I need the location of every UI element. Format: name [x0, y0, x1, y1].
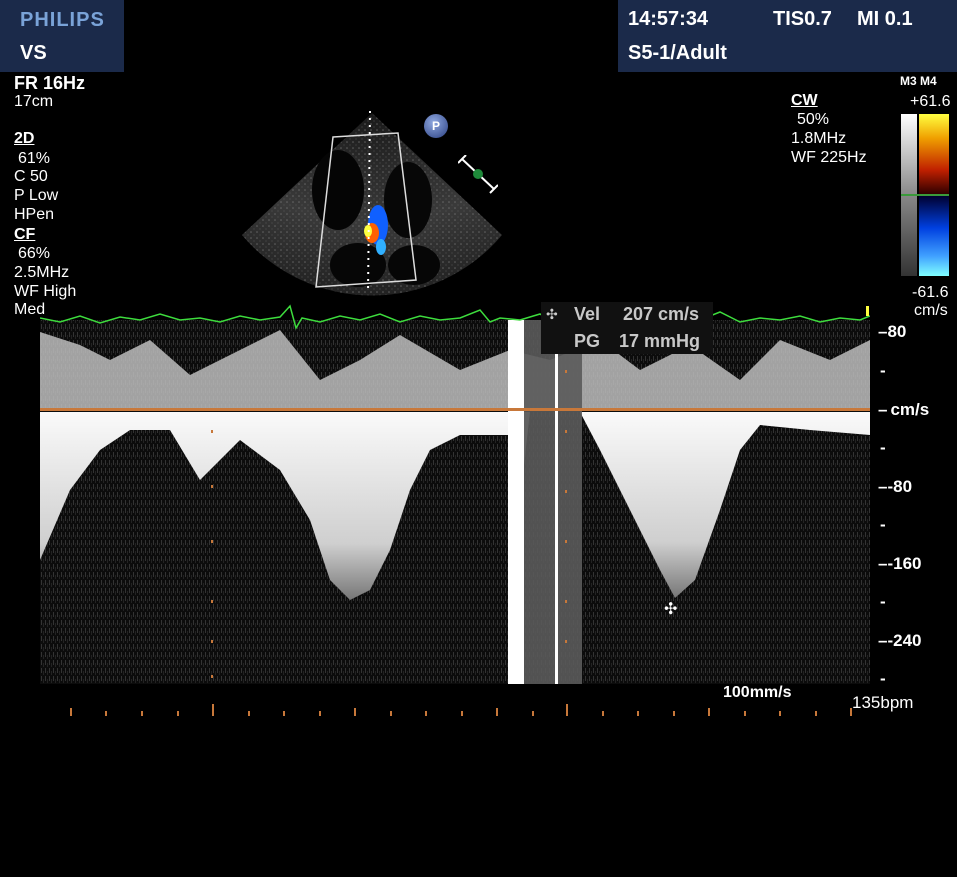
- colorbar-top-value: +61.6: [910, 93, 951, 110]
- axis-tick-neg240: –-240: [878, 631, 922, 650]
- crosshair-cursor-icon[interactable]: ✣: [664, 599, 677, 619]
- pg-value: 17 mmHg: [619, 331, 701, 351]
- twod-gain: 61%: [18, 150, 51, 167]
- colormap-label: M3 M4: [900, 74, 937, 88]
- vel-value: 207 cm/s: [623, 304, 700, 324]
- probe-label: S5-1/Adult: [628, 42, 727, 64]
- preset-label: VS: [20, 42, 47, 64]
- axis-minor-tick: -: [880, 515, 886, 534]
- axis-minor-tick: -: [880, 669, 886, 688]
- colormap-bar-positive: [919, 114, 949, 194]
- twod-harmonic: HPen: [14, 206, 55, 223]
- axis-minor-tick: -: [880, 438, 886, 457]
- cw-frequency: 1.8MHz: [791, 130, 847, 147]
- tis-value: TIS0.7: [773, 8, 832, 30]
- depth: 17cm: [14, 93, 54, 110]
- axis-tick-baseline: – cm/s: [878, 400, 930, 419]
- section-cf: CF: [14, 226, 36, 243]
- twod-persist: P Low: [14, 187, 59, 204]
- section-2d: 2D: [14, 130, 35, 147]
- doppler-spectrum: [40, 320, 870, 684]
- colorbar-bottom-value: -61.6: [912, 284, 949, 301]
- cw-gain: 50%: [797, 111, 830, 128]
- probe-marker-letter: P: [431, 119, 440, 133]
- twod-compress: C 50: [14, 168, 48, 185]
- cf-gain: 66%: [18, 245, 51, 262]
- heart-rate: 135bpm: [852, 693, 914, 712]
- colormap-baseline: [901, 194, 949, 196]
- frame-rate: FR 16Hz: [14, 73, 86, 93]
- clock-time: 14:57:34: [628, 8, 709, 30]
- time-ruler: [70, 704, 852, 716]
- measurement-marker-icon: ✣: [546, 306, 558, 322]
- colormap-bar-negative: [919, 196, 949, 276]
- brand-logo: PHILIPS: [20, 9, 105, 31]
- axis-tick-neg160: –-160: [878, 554, 922, 573]
- vel-label: Vel: [574, 304, 601, 324]
- caliper-icon[interactable]: [458, 155, 498, 195]
- sweep-speed: 100mm/s: [723, 684, 792, 701]
- axis-minor-tick: -: [880, 592, 886, 611]
- axis-minor-tick: -: [880, 361, 886, 380]
- ecg-trace: [40, 304, 870, 330]
- 2d-sector-image: [242, 110, 502, 296]
- cf-frequency: 2.5MHz: [14, 264, 70, 281]
- probe-orientation-icon[interactable]: P: [424, 114, 448, 138]
- header-patient-area: [124, 0, 618, 72]
- cw-mode-label: CW: [791, 92, 818, 109]
- axis-tick-80: –80: [878, 322, 907, 341]
- colorbar-unit: cm/s: [914, 302, 948, 319]
- pg-label: PG: [574, 331, 601, 351]
- cw-wall-filter: WF 225Hz: [791, 149, 867, 166]
- axis-tick-neg80: –-80: [878, 477, 913, 496]
- mi-value: MI 0.1: [857, 8, 913, 30]
